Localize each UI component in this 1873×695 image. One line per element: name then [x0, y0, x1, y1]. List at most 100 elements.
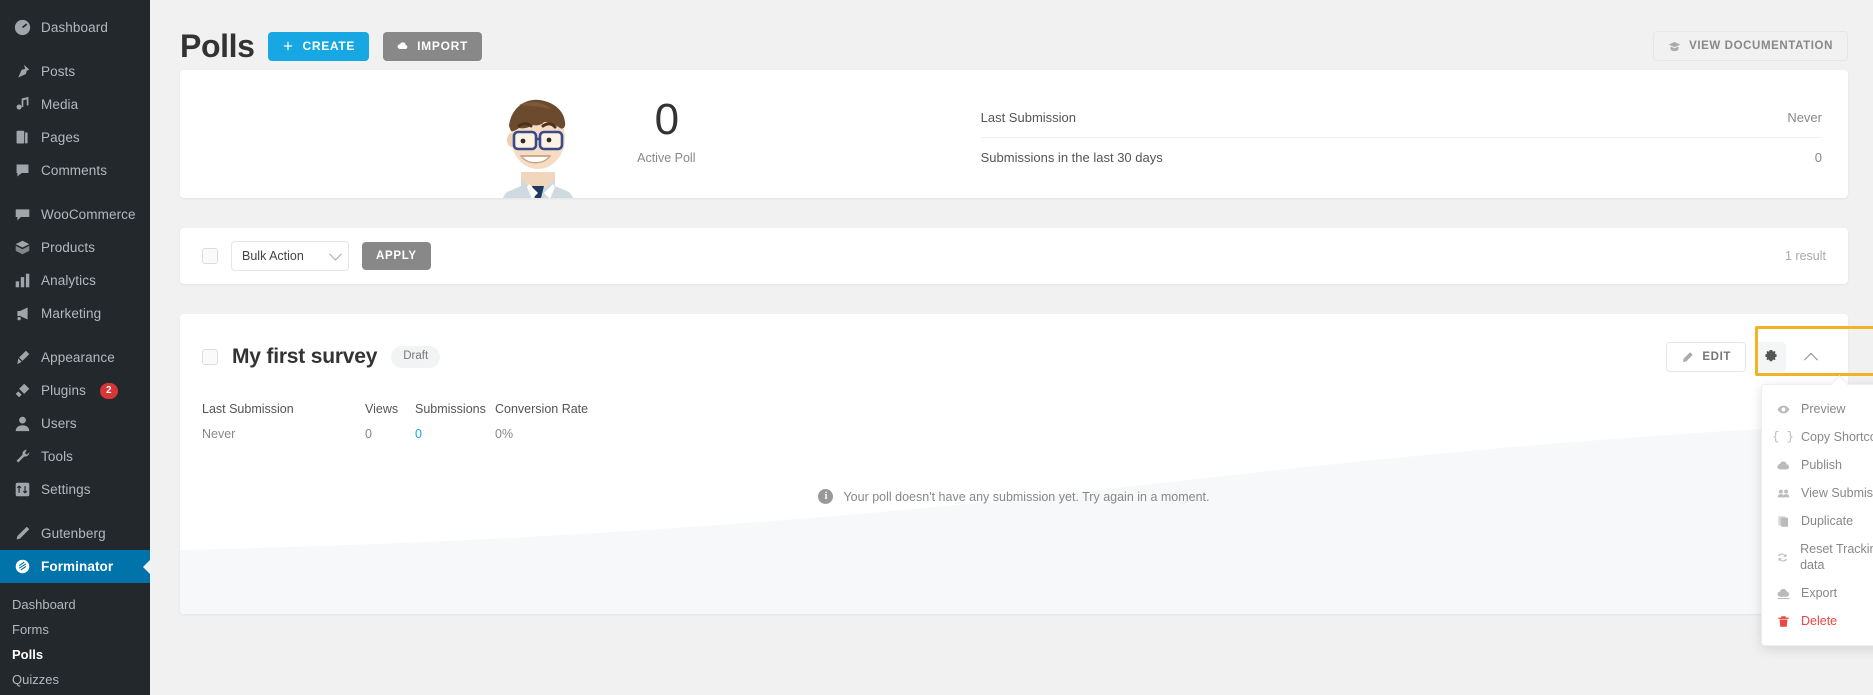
refresh-icon [1776, 551, 1789, 564]
media-icon [12, 95, 32, 115]
sidebar-divider-3 [0, 330, 150, 341]
sidebar-item-dashboard[interactable]: Dashboard [0, 11, 150, 44]
sidebar-item-products[interactable]: Products [0, 231, 150, 264]
bulk-action-select[interactable]: Bulk Action [231, 241, 349, 271]
collapse-toggle-button[interactable] [1796, 342, 1826, 372]
active-poll-label: Active Poll [637, 150, 696, 165]
stat-value: 0% [495, 427, 514, 441]
stat-views: Views 0 [365, 402, 415, 441]
poll-card: My first survey Draft EDIT Last Submissi… [180, 314, 1873, 646]
summary-row-value: 0 [1814, 149, 1822, 165]
poll-row-checkbox[interactable] [202, 349, 218, 365]
submenu-item-quizzes[interactable]: Quizzes [0, 667, 150, 692]
submenu-item-forms[interactable]: Forms [0, 617, 150, 642]
dropdown-item-publish[interactable]: Publish [1762, 451, 1873, 479]
dropdown-item-label: View Submissions [1801, 486, 1873, 500]
edit-button-label: EDIT [1702, 351, 1731, 363]
sidebar-item-label: Tools [41, 448, 74, 464]
pin-icon [12, 62, 32, 82]
pages-icon [12, 128, 32, 148]
stat-value: 0 [365, 427, 372, 441]
duplicate-icon [1776, 515, 1790, 528]
select-all-checkbox[interactable] [202, 248, 218, 264]
dropdown-item-export[interactable]: Export [1762, 579, 1873, 607]
marketing-icon [12, 304, 32, 324]
sidebar-item-analytics[interactable]: Analytics [0, 264, 150, 297]
sidebar-item-plugins[interactable]: Plugins 2 [0, 374, 150, 407]
import-poll-button[interactable]: IMPORT [383, 31, 483, 61]
sidebar-item-label: Analytics [41, 272, 96, 288]
sidebar-divider-4 [0, 506, 150, 517]
create-button-label: CREATE [302, 39, 356, 53]
submenu-item-polls[interactable]: Polls [0, 642, 150, 667]
sidebar-item-tools[interactable]: Tools [0, 440, 150, 473]
stat-header: Last Submission [202, 402, 294, 416]
gutenberg-icon [12, 524, 32, 544]
result-count: 1 result [1785, 249, 1826, 263]
empty-state-text: Your poll doesn't have any submission ye… [843, 489, 1210, 504]
stat-value[interactable]: 0 [415, 427, 495, 441]
sidebar-spacer-top [0, 0, 150, 11]
sidebar-item-label: Users [41, 415, 77, 431]
dropdown-item-duplicate[interactable]: Duplicate [1762, 507, 1873, 535]
dropdown-item-label: Publish [1801, 458, 1842, 472]
sidebar-item-label: Pages [41, 129, 80, 145]
edit-button[interactable]: EDIT [1666, 342, 1746, 372]
products-icon [12, 238, 32, 258]
sidebar-item-woocommerce[interactable]: WooCommerce [0, 198, 150, 231]
admin-page: Dashboard Posts Media Pages Comments Woo… [0, 0, 1873, 695]
stat-value: Never [202, 427, 236, 441]
tools-icon [12, 447, 32, 467]
forminator-submenu: Dashboard Forms Polls Quizzes Submission… [0, 583, 150, 695]
sidebar-item-media[interactable]: Media [0, 88, 150, 121]
sidebar-item-posts[interactable]: Posts [0, 55, 150, 88]
summary-left: 0 Active Poll [180, 70, 981, 208]
mascot-avatar [485, 80, 597, 208]
sidebar-divider-2 [0, 187, 150, 198]
analytics-icon [12, 271, 32, 291]
poll-card-inner: My first survey Draft EDIT Last Submissi… [180, 314, 1848, 614]
stat-header: Submissions [415, 402, 486, 416]
stat-conversion-rate: Conversion Rate 0% [495, 402, 615, 441]
sidebar-item-forminator[interactable]: Forminator [0, 550, 150, 583]
summary-card: 0 Active Poll Last Submission Never Subm… [180, 70, 1848, 208]
dropdown-item-view-submissions[interactable]: View Submissions [1762, 479, 1873, 507]
stat-header: Conversion Rate [495, 402, 589, 416]
sidebar-item-settings[interactable]: Settings [0, 473, 150, 506]
sidebar-item-gutenberg[interactable]: Gutenberg [0, 517, 150, 550]
pencil-icon [1683, 351, 1694, 362]
create-poll-button[interactable]: CREATE [268, 31, 370, 61]
status-badge: Draft [391, 346, 441, 368]
dropdown-item-delete[interactable]: Delete [1762, 607, 1873, 635]
content-wrap: 0 Active Poll Last Submission Never Subm… [150, 70, 1873, 646]
plugins-update-badge: 2 [99, 382, 118, 399]
page-title: Polls [180, 27, 255, 64]
people-icon [1776, 487, 1790, 500]
dropdown-item-label: Reset Tracking data [1800, 542, 1873, 572]
view-documentation-button[interactable]: VIEW DOCUMENTATION [1653, 31, 1848, 61]
submenu-item-dashboard[interactable]: Dashboard [0, 592, 150, 617]
poll-actions: EDIT [1666, 342, 1826, 372]
sidebar-item-users[interactable]: Users [0, 407, 150, 440]
apply-button[interactable]: APPLY [362, 242, 431, 270]
chevron-down-icon [329, 247, 342, 261]
sidebar-item-label: WooCommerce [41, 206, 136, 222]
appearance-icon [12, 348, 32, 368]
dropdown-item-copy-shortcode[interactable]: { } Copy Shortcode [1762, 423, 1873, 451]
sidebar-item-appearance[interactable]: Appearance [0, 341, 150, 374]
active-poll-counter: 0 Active Poll [637, 97, 696, 165]
dropdown-item-preview[interactable]: Preview [1762, 395, 1873, 423]
documentation-button-label: VIEW DOCUMENTATION [1689, 40, 1833, 52]
settings-icon [12, 480, 32, 500]
plus-icon [284, 41, 293, 51]
comments-icon [12, 161, 32, 181]
summary-row-submissions-30-days: Submissions in the last 30 days 0 [980, 136, 1822, 177]
sidebar-item-marketing[interactable]: Marketing [0, 297, 150, 330]
dropdown-item-reset-tracking-data[interactable]: Reset Tracking data [1762, 535, 1873, 579]
poll-actions-dropdown: Preview { } Copy Shortcode Publish View … [1761, 384, 1873, 646]
settings-gear-button[interactable] [1756, 342, 1786, 372]
sidebar-item-pages[interactable]: Pages [0, 121, 150, 154]
sidebar-item-comments[interactable]: Comments [0, 154, 150, 187]
graduation-cap-icon [1668, 41, 1681, 51]
dropdown-item-label: Duplicate [1801, 514, 1854, 528]
